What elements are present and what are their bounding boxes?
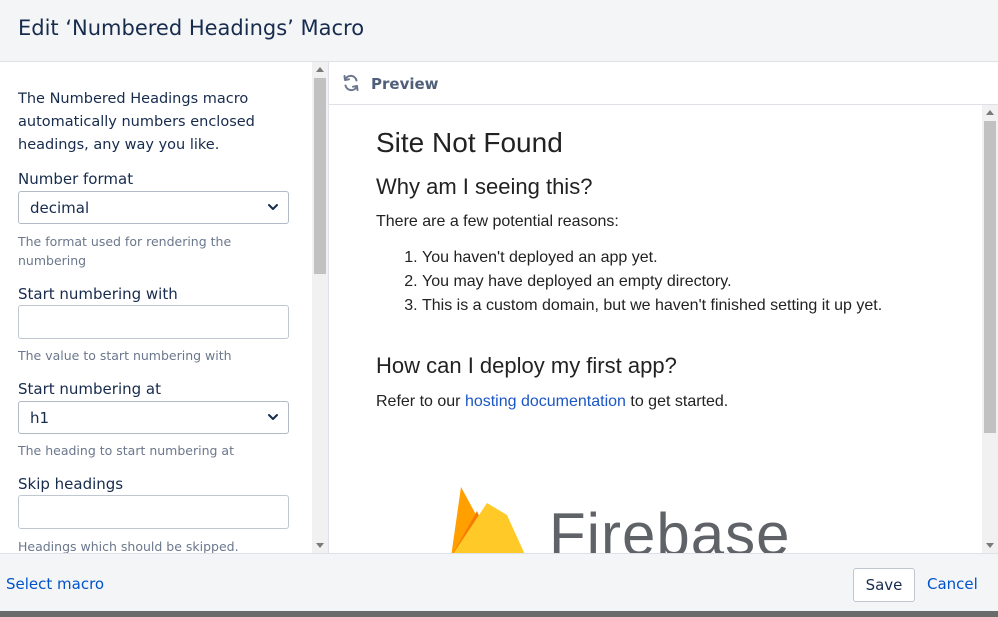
preview-scrollbar[interactable] bbox=[982, 105, 998, 553]
chevron-down-icon bbox=[268, 414, 278, 420]
number-format-label: Number format bbox=[18, 170, 134, 188]
dialog-header: Edit ‘Numbered Headings’ Macro bbox=[0, 0, 998, 62]
refer-prefix: Refer to our bbox=[376, 393, 461, 410]
start-at-select[interactable]: h1 bbox=[18, 401, 289, 434]
preview-heading-deploy: How can I deploy my first app? bbox=[376, 353, 677, 378]
preview-reasons-list: You haven't deployed an app yet. You may… bbox=[376, 246, 882, 318]
list-item: You may have deployed an empty directory… bbox=[422, 270, 882, 294]
skip-headings-help: Headings which should be skipped. bbox=[18, 539, 239, 553]
preview-scroll-thumb[interactable] bbox=[984, 121, 996, 433]
start-at-help: The heading to start numbering at bbox=[18, 443, 234, 458]
dialog-footer: Select macro Save Cancel bbox=[0, 553, 998, 611]
start-with-help: The value to start numbering with bbox=[18, 348, 232, 363]
start-at-value: h1 bbox=[30, 409, 50, 427]
refer-suffix: to get started. bbox=[630, 393, 729, 410]
start-with-label: Start numbering with bbox=[18, 285, 178, 303]
parameters-scroll-thumb[interactable] bbox=[314, 78, 326, 274]
chevron-down-icon bbox=[268, 204, 278, 210]
cancel-button[interactable]: Cancel bbox=[927, 575, 978, 593]
skip-headings-input[interactable] bbox=[18, 495, 289, 529]
skip-headings-label: Skip headings bbox=[18, 475, 124, 493]
list-item: You haven't deployed an app yet. bbox=[422, 246, 882, 270]
scroll-up-arrow-icon[interactable] bbox=[986, 110, 994, 115]
firebase-flame-icon bbox=[451, 487, 525, 553]
parameters-scrollbar[interactable] bbox=[312, 62, 328, 553]
save-button[interactable]: Save bbox=[853, 568, 915, 602]
macro-parameters-panel: The Numbered Headings macro automaticall… bbox=[0, 62, 312, 553]
number-format-select[interactable]: decimal bbox=[18, 191, 289, 224]
preview-frame: Site Not Found Why am I seeing this? The… bbox=[329, 105, 982, 553]
background-page-strip bbox=[0, 611, 998, 617]
hosting-documentation-link[interactable]: hosting documentation bbox=[465, 393, 626, 410]
number-format-value: decimal bbox=[30, 199, 90, 217]
macro-description: The Numbered Headings macro automaticall… bbox=[18, 91, 255, 153]
preview-intro-text: There are a few potential reasons: bbox=[376, 213, 619, 230]
scroll-down-arrow-icon[interactable] bbox=[316, 543, 324, 548]
start-with-input[interactable] bbox=[18, 305, 289, 339]
firebase-wordmark: Firebase bbox=[549, 501, 791, 553]
preview-heading-site-not-found: Site Not Found bbox=[376, 127, 563, 158]
preview-heading-why: Why am I seeing this? bbox=[376, 174, 593, 199]
list-item: This is a custom domain, but we haven't … bbox=[422, 294, 882, 318]
scroll-up-arrow-icon[interactable] bbox=[316, 67, 324, 72]
start-at-label: Start numbering at bbox=[18, 380, 161, 398]
scroll-down-arrow-icon[interactable] bbox=[986, 543, 994, 548]
dialog-title: Edit ‘Numbered Headings’ Macro bbox=[18, 16, 365, 40]
macro-editor-dialog: Edit ‘Numbered Headings’ Macro The Numbe… bbox=[0, 0, 998, 617]
select-macro-link[interactable]: Select macro bbox=[6, 575, 104, 593]
preview-refer-text: Refer to our hosting documentation to ge… bbox=[376, 393, 728, 411]
preview-label: Preview bbox=[371, 75, 439, 93]
number-format-help: The format used for rendering the number… bbox=[18, 234, 232, 268]
refresh-icon[interactable] bbox=[341, 73, 361, 93]
preview-header: Preview bbox=[329, 62, 998, 105]
